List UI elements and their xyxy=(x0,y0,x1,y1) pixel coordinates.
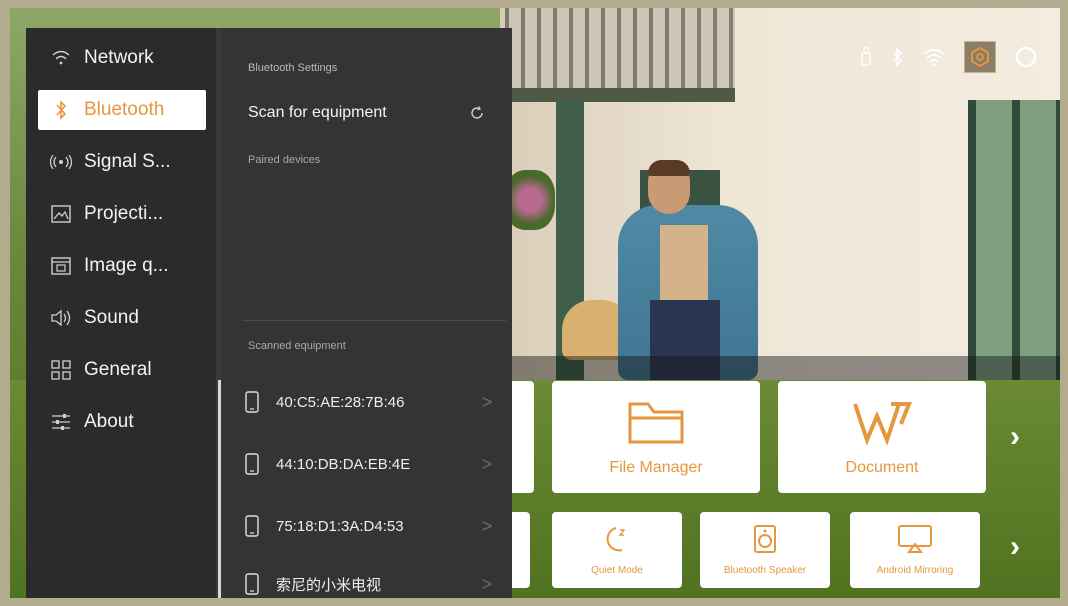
app-label: Android Mirroring xyxy=(876,565,954,576)
nav-label: Sound xyxy=(84,307,139,328)
chevron-right-icon: > xyxy=(481,515,493,536)
wifi-icon xyxy=(922,47,946,67)
cast-icon xyxy=(897,524,933,559)
scanned-device-row[interactable]: 40:C5:AE:28:7B:46 > xyxy=(242,382,502,422)
nav-item-image-quality[interactable]: Image q... xyxy=(38,246,206,286)
grid-icon xyxy=(50,359,72,381)
panel-header: Bluetooth Settings xyxy=(248,62,338,74)
frame-bottom xyxy=(0,598,1068,606)
hanging-flowers xyxy=(505,170,555,230)
nav-item-bluetooth[interactable]: Bluetooth xyxy=(38,90,206,130)
nav-label: Network xyxy=(84,47,154,68)
nav-label: Signal S... xyxy=(84,151,171,172)
phone-icon xyxy=(242,513,262,539)
chevron-right-icon: > xyxy=(481,391,493,412)
person-hair xyxy=(648,160,690,176)
settings-hexagon-icon[interactable] xyxy=(964,41,996,73)
balcony-railing xyxy=(505,8,735,88)
app-label: Quiet Mode xyxy=(591,565,643,576)
app-tile-document[interactable]: Document xyxy=(778,381,986,493)
scanned-device-row[interactable]: 75:18:D1:3A:D4:53 > xyxy=(242,506,502,546)
nav-item-projection[interactable]: Projecti... xyxy=(38,194,206,234)
chevron-right-icon: > xyxy=(481,573,493,594)
wps-document-icon xyxy=(851,398,913,451)
app-label: Document xyxy=(845,458,919,476)
app-tile-partial[interactable] xyxy=(512,381,534,493)
nav-item-network[interactable]: Network xyxy=(38,38,206,78)
app-tile-bluetooth-speaker[interactable]: Bluetooth Speaker xyxy=(700,512,830,588)
person-shirt xyxy=(660,225,708,310)
nav-item-general[interactable]: General xyxy=(38,350,206,390)
chevron-right-icon: > xyxy=(481,453,493,474)
phone-icon xyxy=(242,571,262,597)
circle-icon[interactable] xyxy=(1014,45,1038,69)
chevron-right-icon[interactable]: › xyxy=(1010,530,1020,564)
app-label: File Manager xyxy=(609,458,703,476)
scan-for-equipment-button[interactable]: Scan for equipment xyxy=(248,104,387,122)
signal-source-icon xyxy=(50,151,72,173)
frame-right xyxy=(1060,0,1068,606)
device-name: 索尼的小米电视 xyxy=(276,576,382,594)
phone-icon xyxy=(242,389,262,415)
launcher-shadow-strip xyxy=(500,356,1068,380)
nav-item-sound[interactable]: Sound xyxy=(38,298,206,338)
wifi-icon xyxy=(50,47,72,69)
scanned-device-row[interactable]: 44:10:DB:DA:EB:4E > xyxy=(242,444,502,484)
roofline xyxy=(505,88,735,102)
device-name: 40:C5:AE:28:7B:46 xyxy=(276,393,405,411)
large-window xyxy=(968,100,1068,400)
nav-label: Projecti... xyxy=(84,203,164,224)
paired-devices-label: Paired devices xyxy=(248,154,321,166)
speaker-box-icon xyxy=(753,524,777,559)
app-tile-partial[interactable] xyxy=(512,512,530,588)
sliders-icon xyxy=(50,411,72,433)
frame-top xyxy=(0,0,1068,8)
app-tile-quiet-mode[interactable]: Quiet Mode xyxy=(552,512,682,588)
app-label: Bluetooth Speaker xyxy=(723,565,807,576)
chevron-right-icon[interactable]: › xyxy=(1010,420,1020,454)
scroll-indicator[interactable] xyxy=(218,380,221,598)
folder-icon xyxy=(626,398,686,451)
nav-label: Image q... xyxy=(84,255,169,276)
status-bar xyxy=(860,40,1038,74)
section-divider xyxy=(242,320,506,321)
settings-nav: Network Bluetooth Signal S... Projecti..… xyxy=(26,28,216,598)
usb-icon xyxy=(860,47,872,67)
bluetooth-settings-panel: Bluetooth Settings Scan for equipment Pa… xyxy=(222,28,512,598)
app-tile-file-manager[interactable]: File Manager xyxy=(552,381,760,493)
frame-left xyxy=(0,0,10,606)
moon-icon xyxy=(602,524,632,559)
scanned-equipment-label: Scanned equipment xyxy=(248,340,346,352)
scanned-device-row[interactable]: 索尼的小米电视 > xyxy=(242,564,502,604)
device-name: 44:10:DB:DA:EB:4E xyxy=(276,455,411,473)
bluetooth-icon xyxy=(890,47,904,67)
device-name: 75:18:D1:3A:D4:53 xyxy=(276,517,404,535)
nav-label: About xyxy=(84,411,134,432)
projection-icon xyxy=(50,203,72,225)
phone-icon xyxy=(242,451,262,477)
nav-item-about[interactable]: About xyxy=(38,402,206,442)
bluetooth-icon xyxy=(50,99,72,121)
image-quality-icon xyxy=(50,255,72,277)
app-tile-android-mirroring[interactable]: Android Mirroring xyxy=(850,512,980,588)
speaker-icon xyxy=(50,307,72,329)
nav-item-signal-source[interactable]: Signal S... xyxy=(38,142,206,182)
nav-label: Bluetooth xyxy=(84,99,165,120)
refresh-icon[interactable] xyxy=(470,106,484,125)
nav-label: General xyxy=(84,359,152,380)
